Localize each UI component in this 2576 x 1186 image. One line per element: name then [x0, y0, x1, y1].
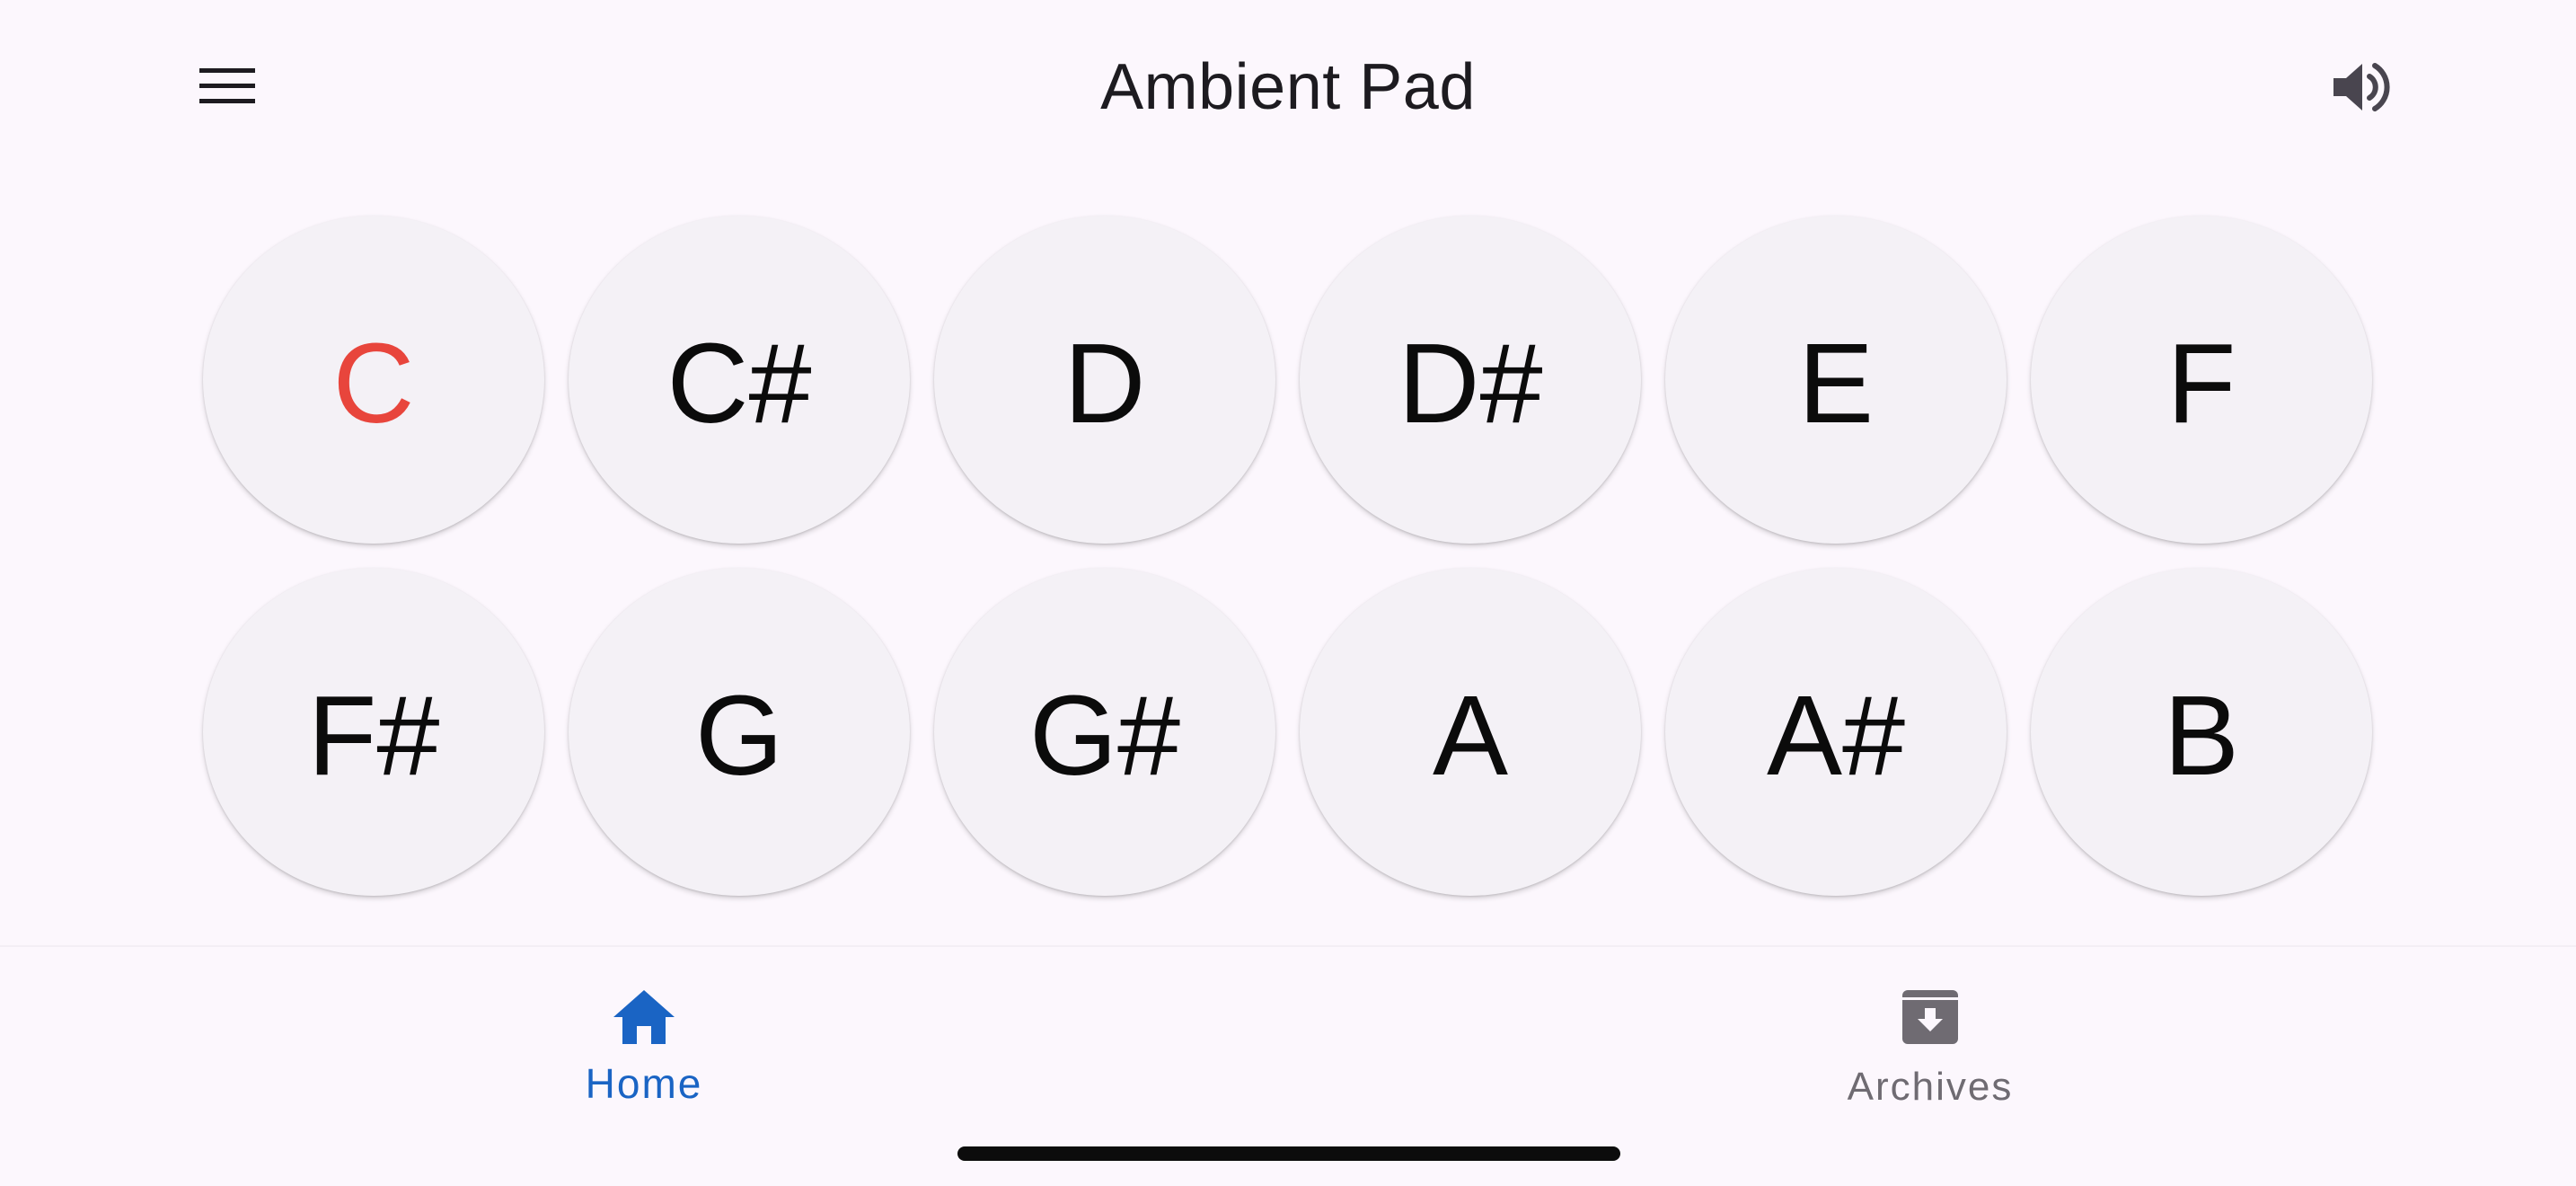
pad-g[interactable]: G [569, 568, 910, 896]
archive-icon [1894, 981, 1966, 1053]
pad-label: C [332, 319, 415, 447]
note-pad-grid: C C# D D# E F F# G G# A A# B [203, 216, 2373, 896]
pad-label: F# [307, 671, 440, 799]
pad-label: D# [1398, 319, 1543, 447]
top-app-bar: Ambient Pad [0, 0, 2576, 171]
pad-label: D [1063, 319, 1146, 447]
home-indicator[interactable] [957, 1146, 1620, 1161]
pad-c[interactable]: C [203, 216, 544, 544]
pad-d[interactable]: D [934, 216, 1275, 544]
pad-label: E [1797, 319, 1875, 447]
pad-b[interactable]: B [2031, 568, 2372, 896]
pad-a-sharp[interactable]: A# [1665, 568, 2007, 896]
nav-label-home: Home [585, 1060, 703, 1107]
pad-label: B [2163, 671, 2240, 799]
pad-d-sharp[interactable]: D# [1300, 216, 1641, 544]
pad-label: A# [1766, 671, 1906, 799]
volume-button[interactable] [2317, 47, 2407, 128]
pad-g-sharp[interactable]: G# [934, 568, 1275, 896]
pad-label: G [694, 671, 783, 799]
pad-label: C# [666, 319, 812, 447]
volume-icon [2333, 63, 2390, 111]
nav-item-home[interactable]: Home [509, 972, 779, 1134]
nav-item-archives[interactable]: Archives [1795, 972, 2065, 1134]
pad-label: G# [1028, 671, 1181, 799]
home-icon [608, 981, 680, 1053]
nav-label-archives: Archives [1847, 1065, 2014, 1109]
pad-a[interactable]: A [1300, 568, 1641, 896]
page-title: Ambient Pad [1100, 51, 1476, 123]
pad-c-sharp[interactable]: C# [569, 216, 910, 544]
pad-f-sharp[interactable]: F# [203, 568, 544, 896]
pad-f[interactable]: F [2031, 216, 2372, 544]
pad-label: F [2166, 319, 2236, 447]
pad-label: A [1432, 671, 1509, 799]
pad-e[interactable]: E [1665, 216, 2007, 544]
